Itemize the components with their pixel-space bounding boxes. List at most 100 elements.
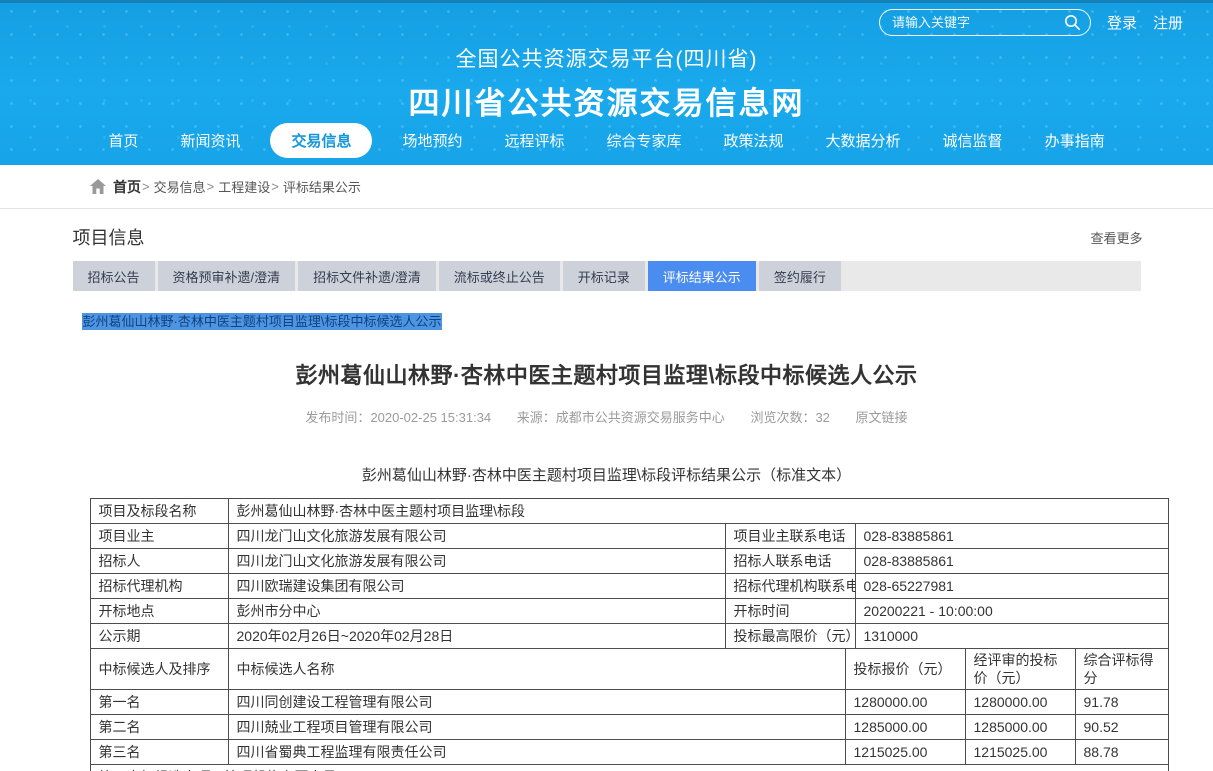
project-info-header: 项目信息 查看更多 (61, 209, 1153, 261)
cell-label: 招标代理机构联系电话 (725, 574, 855, 599)
cell-name: 四川省蜀典工程监理有限责任公司 (228, 740, 845, 765)
view-more-link[interactable]: 查看更多 (1090, 228, 1142, 247)
breadcrumb-separator: > (271, 179, 279, 194)
nav-item-service-guide[interactable]: 办事指南 (1045, 123, 1105, 158)
tab-contract-performance[interactable]: 签约履行 (759, 261, 841, 291)
tab-bid-document-addendum[interactable]: 招标文件补遗/澄清 (298, 261, 436, 291)
cell-value: 028-83885861 (855, 524, 1168, 549)
candidate-row: 第三名 四川省蜀典工程监理有限责任公司 1215025.00 1215025.0… (90, 740, 1168, 765)
tab-evaluation-result[interactable]: 评标结果公示 (648, 261, 756, 291)
cell-label: 公示期 (90, 624, 228, 649)
cell-rank: 第二名 (90, 715, 228, 740)
nav-item-trade-info[interactable]: 交易信息 (270, 123, 372, 158)
nav-item-venue-booking[interactable]: 场地预约 (402, 123, 462, 158)
article-title: 彭州葛仙山林野·杏林中医主题村项目监理\标段中标候选人公示 (61, 358, 1153, 390)
project-info-table: 项目及标段名称 彭州葛仙山林野·杏林中医主题村项目监理\标段 项目业主 四川龙门… (90, 498, 1169, 649)
source: 来源：成都市公共资源交易服务中心 (517, 410, 725, 425)
cell-value: 四川龙门山文化旅游发展有限公司 (228, 524, 725, 549)
nav-item-big-data[interactable]: 大数据分析 (826, 123, 901, 158)
tab-failed-or-terminated[interactable]: 流标或终止公告 (439, 261, 560, 291)
article-meta: 发布时间：2020-02-25 15:31:34 来源：成都市公共资源交易服务中… (61, 407, 1153, 426)
cell-rank: 第一名 (90, 690, 228, 715)
cell-label: 项目业主 (90, 524, 228, 549)
nav-item-home[interactable]: 首页 (108, 123, 138, 158)
header-bid-price: 投标报价（元） (845, 649, 965, 690)
breadcrumb-separator: > (207, 179, 215, 194)
nav-item-integrity[interactable]: 诚信监督 (943, 123, 1003, 158)
table-row: 公示期 2020年02月26日~2020年02月28日 投标最高限价（元） 13… (90, 624, 1168, 649)
result-table-caption: 彭州葛仙山林野·杏林中医主题村项目监理\标段评标结果公示（标准文本） (61, 464, 1153, 485)
publish-time: 发布时间：2020-02-25 15:31:34 (305, 410, 491, 425)
cell-evaluated-price: 1215025.00 (965, 740, 1075, 765)
home-icon[interactable] (90, 179, 106, 194)
cell-label: 开标地点 (90, 599, 228, 624)
site-header: 登录 注册 全国公共资源交易平台(四川省) 四川省公共资源交易信息网 首页 新闻… (0, 0, 1213, 165)
search-box[interactable] (879, 9, 1091, 36)
cell-evaluated-price: 1280000.00 (965, 690, 1075, 715)
tab-bid-opening-record[interactable]: 开标记录 (563, 261, 645, 291)
cell-value: 彭州葛仙山林野·杏林中医主题村项目监理\标段 (228, 499, 1168, 524)
cell-label: 项目业主联系电话 (725, 524, 855, 549)
breadcrumb-trade-info[interactable]: 交易信息 (154, 177, 206, 196)
cell-bid-price: 1285000.00 (845, 715, 965, 740)
cell-bid-price: 1215025.00 (845, 740, 965, 765)
topbar: 登录 注册 (879, 9, 1183, 36)
cell-value: 四川欧瑞建设集团有限公司 (228, 574, 725, 599)
header-name: 中标候选人名称 (228, 649, 845, 690)
main-nav: 首页 新闻资讯 交易信息 场地预约 远程评标 综合专家库 政策法规 大数据分析 … (0, 123, 1213, 158)
cell-value: 四川龙门山文化旅游发展有限公司 (228, 549, 725, 574)
candidates-footer-table: 第一中标候选人项目管理机构主要人员 (90, 764, 1169, 771)
cell-name: 四川同创建设工程管理有限公司 (228, 690, 845, 715)
candidate-row: 第二名 四川兢业工程项目管理有限公司 1285000.00 1285000.00… (90, 715, 1168, 740)
table-row: 第一中标候选人项目管理机构主要人员 (90, 765, 1168, 771)
cell-evaluated-price: 1285000.00 (965, 715, 1075, 740)
header-score: 综合评标得分 (1075, 649, 1168, 690)
breadcrumb-engineering[interactable]: 工程建设 (218, 177, 270, 196)
table-row: 项目及标段名称 彭州葛仙山林野·杏林中医主题村项目监理\标段 (90, 499, 1168, 524)
search-input[interactable] (892, 15, 1064, 30)
tab-bid-announcement[interactable]: 招标公告 (73, 261, 155, 291)
site-title: 四川省公共资源交易信息网 (0, 78, 1213, 123)
tabs-strip: 招标公告 资格预审补遗/澄清 招标文件补遗/澄清 流标或终止公告 开标记录 评标… (73, 261, 1141, 291)
nav-item-news[interactable]: 新闻资讯 (180, 123, 240, 158)
content-area: 项目信息 查看更多 招标公告 资格预审补遗/澄清 招标文件补遗/澄清 流标或终止… (61, 209, 1153, 771)
cell-value: 2020年02月26日~2020年02月28日 (228, 624, 725, 649)
result-list-item: 彭州葛仙山林野·杏林中医主题村项目监理\标段中标候选人公示 (82, 314, 1153, 330)
breadcrumb-home[interactable]: 首页 (113, 177, 141, 197)
breadcrumb: 首页 > 交易信息 > 工程建设 > 评标结果公示 (0, 165, 1213, 209)
platform-title: 全国公共资源交易平台(四川省) (0, 43, 1213, 73)
nav-item-policies[interactable]: 政策法规 (724, 123, 784, 158)
tab-prequalification-addendum[interactable]: 资格预审补遗/澄清 (158, 261, 296, 291)
cell-value: 1310000 (855, 624, 1168, 649)
section-title: 项目信息 (73, 224, 145, 250)
cell-label: 项目及标段名称 (90, 499, 228, 524)
cell-bid-price: 1280000.00 (845, 690, 965, 715)
original-link[interactable]: 原文链接 (856, 410, 908, 425)
footer-cell: 第一中标候选人项目管理机构主要人员 (90, 765, 1168, 771)
breadcrumb-result-publicity[interactable]: 评标结果公示 (283, 177, 361, 196)
cell-label: 招标人 (90, 549, 228, 574)
breadcrumb-separator: > (142, 179, 150, 194)
cell-label: 开标时间 (725, 599, 855, 624)
cell-score: 88.78 (1075, 740, 1168, 765)
cell-label: 投标最高限价（元） (725, 624, 855, 649)
search-icon[interactable] (1064, 14, 1081, 31)
table-row: 招标人 四川龙门山文化旅游发展有限公司 招标人联系电话 028-83885861 (90, 549, 1168, 574)
cell-rank: 第三名 (90, 740, 228, 765)
candidates-header-row: 中标候选人及排序 中标候选人名称 投标报价（元） 经评审的投标价（元） 综合评标… (90, 649, 1168, 690)
cell-score: 90.52 (1075, 715, 1168, 740)
login-link[interactable]: 登录 (1107, 12, 1137, 33)
nav-item-remote-evaluation[interactable]: 远程评标 (504, 123, 564, 158)
nav-item-expert-pool[interactable]: 综合专家库 (607, 123, 682, 158)
header-rank: 中标候选人及排序 (90, 649, 228, 690)
table-row: 招标代理机构 四川欧瑞建设集团有限公司 招标代理机构联系电话 028-65227… (90, 574, 1168, 599)
cell-value: 20200221 - 10:00:00 (855, 599, 1168, 624)
cell-value: 彭州市分中心 (228, 599, 725, 624)
header-evaluated-price: 经评审的投标价（元） (965, 649, 1075, 690)
table-row: 项目业主 四川龙门山文化旅游发展有限公司 项目业主联系电话 028-838858… (90, 524, 1168, 549)
register-link[interactable]: 注册 (1153, 12, 1183, 33)
cell-score: 91.78 (1075, 690, 1168, 715)
selected-result-link[interactable]: 彭州葛仙山林野·杏林中医主题村项目监理\标段中标候选人公示 (82, 313, 443, 330)
cell-name: 四川兢业工程项目管理有限公司 (228, 715, 845, 740)
cell-label: 招标代理机构 (90, 574, 228, 599)
